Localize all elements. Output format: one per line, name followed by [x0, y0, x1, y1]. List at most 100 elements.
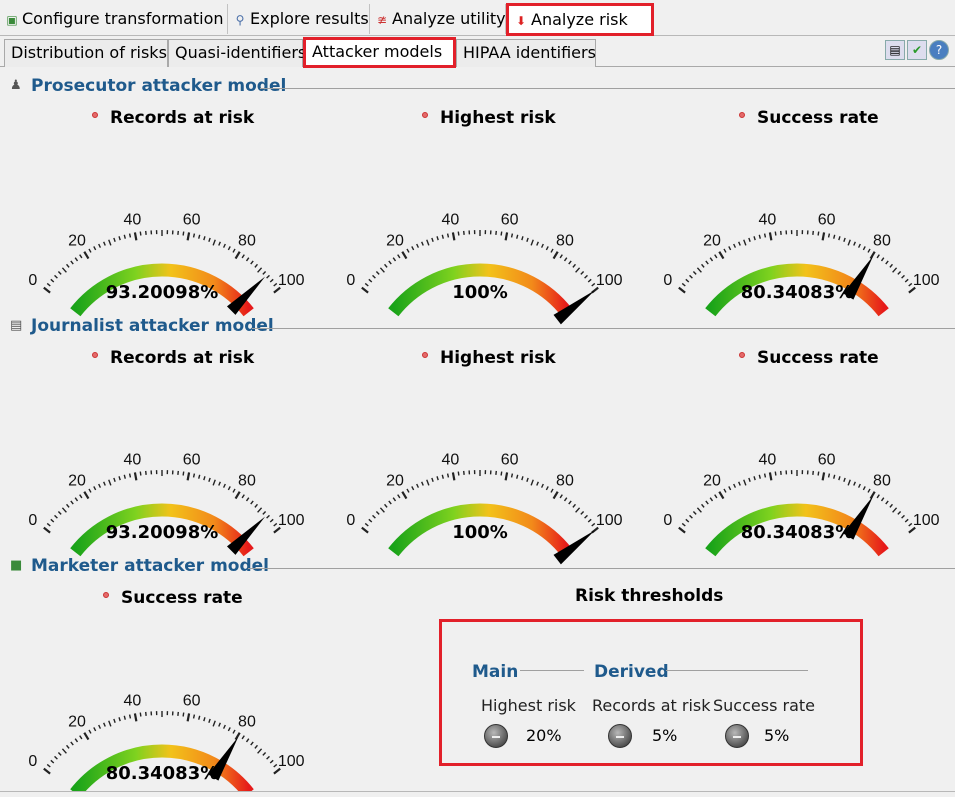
gauge-tick: [758, 474, 761, 479]
gauge-tick-label: 40: [758, 212, 776, 229]
gauge-tick: [384, 263, 388, 268]
gauge-tick: [79, 254, 83, 259]
gauge-tick: [222, 243, 226, 248]
section-divider: [252, 328, 955, 329]
indicator-dot-icon: [739, 112, 745, 118]
gauge-tick: [54, 514, 58, 519]
success-rate-knob-icon[interactable]: [725, 724, 749, 748]
gauge-tick: [384, 503, 388, 508]
gauge-tick: [266, 274, 270, 279]
gauge-tick: [70, 500, 74, 505]
gauge-tick: [889, 503, 893, 508]
gauge-tick: [552, 251, 559, 260]
gauge-tick: [245, 257, 250, 262]
tab-quasi-identifiers[interactable]: Quasi-identifiers: [168, 39, 306, 67]
check-icon[interactable]: ✔: [907, 40, 927, 60]
gauge-prosecutor-highest-risk: 0 20 40 60 80 100: [346, 212, 623, 325]
gauge-tick: [257, 507, 263, 513]
gauge-tick: [250, 741, 254, 746]
tab-analyze-utility[interactable]: ≇ Analyze utility: [370, 4, 506, 34]
gauge-tick: [901, 514, 905, 519]
gauge-tick: [758, 234, 761, 239]
save-icon[interactable]: ▤: [885, 40, 905, 60]
gauge-tick: [838, 236, 841, 241]
gauge-tick: [821, 472, 826, 481]
help-icon[interactable]: ?: [929, 40, 949, 60]
gauge-tick: [54, 274, 58, 279]
magnifier-icon: ⚲: [235, 13, 245, 27]
gauge-tick: [83, 251, 90, 260]
tab-label: Analyze risk: [531, 10, 628, 29]
gauge-tick: [57, 511, 62, 515]
section-journalist: ▤ Journalist attacker model: [10, 316, 955, 338]
gauge-tick-label: 40: [758, 452, 776, 469]
tab-explore-results[interactable]: ⚲ Explore results: [228, 4, 370, 34]
highest-risk-knob-icon[interactable]: [484, 724, 508, 748]
gauge-tick: [245, 738, 250, 743]
gauge-tick: [218, 241, 221, 246]
gauge-value: 80.34083%: [740, 282, 854, 303]
tab-analyze-risk[interactable]: ⬇ Analyze risk: [506, 3, 654, 36]
gauge-tick: [559, 494, 563, 499]
gauge-tick: [681, 522, 686, 527]
gauge-tick: [43, 286, 51, 294]
gauge-tick-label: 100: [596, 272, 623, 289]
gauge-tick: [388, 500, 392, 505]
gauge-tick: [262, 511, 267, 515]
gauge-tick: [521, 236, 524, 241]
gauge-tick: [192, 233, 196, 238]
gauge-tick: [500, 231, 503, 236]
gauge-tick: [446, 473, 450, 478]
gauge-tick: [57, 271, 62, 275]
gauge-tick: [500, 471, 503, 476]
gauge-tick: [705, 260, 709, 265]
gauge-tick: [375, 271, 380, 275]
gauge-tick-label: 40: [123, 452, 141, 469]
gauge-tick: [885, 260, 889, 265]
gauge-tick: [113, 718, 116, 723]
tab-distribution-of-risks[interactable]: Distribution of risks: [4, 39, 168, 67]
gauge-tick: [88, 488, 92, 493]
gauge-tick: [361, 526, 369, 534]
gauge-tick: [93, 727, 97, 732]
gauge-tick: [108, 479, 112, 486]
gauge-tick: [857, 483, 861, 488]
gauge-tick-label: 80: [873, 473, 891, 490]
gauge-tick: [372, 514, 376, 519]
gauge-tick: [232, 488, 236, 493]
risk-arrow-icon: ⬇: [515, 14, 527, 28]
gauge-label: Success rate: [739, 108, 879, 128]
gauge-tick: [833, 234, 836, 239]
gauge-tick: [269, 278, 274, 283]
gauge-tick: [218, 722, 221, 727]
gauge-tick: [510, 233, 514, 238]
indicator-dot-icon: [422, 112, 428, 118]
gauge-tick-label: 100: [278, 272, 305, 289]
gauge-tick: [128, 233, 132, 238]
gauge-tick: [421, 241, 424, 246]
gauge-tick: [232, 248, 236, 253]
gauge-tick: [853, 241, 856, 246]
gauge-tick: [232, 729, 236, 734]
tab-label: Analyze utility: [392, 9, 506, 28]
gauge-tick: [250, 260, 254, 265]
tab-hipaa-identifiers[interactable]: HIPAA identifiers: [456, 39, 596, 67]
gauge-label-text: Success rate: [757, 348, 879, 368]
gauge-tick-label: 40: [441, 212, 459, 229]
gauge-tick: [436, 476, 439, 481]
gauge-tick: [74, 257, 79, 262]
gauge-tick: [411, 486, 415, 491]
gauge-tick: [192, 714, 196, 719]
gauge-tick: [701, 263, 705, 268]
gauge-tick-label: 0: [663, 272, 672, 289]
main-divider: [520, 670, 584, 671]
gauge-tick: [254, 503, 258, 508]
gauge-tick: [103, 241, 106, 246]
tab-configure-transformation[interactable]: ▣ Configure transformation: [0, 4, 228, 34]
records-at-risk-knob-icon[interactable]: [608, 724, 632, 748]
gauge-tick: [416, 243, 420, 248]
tab-attacker-models[interactable]: Attacker models: [303, 37, 456, 68]
gauge-tick: [441, 234, 444, 239]
gauge-tick-label: 80: [238, 473, 256, 490]
gauge-tick: [61, 267, 67, 273]
